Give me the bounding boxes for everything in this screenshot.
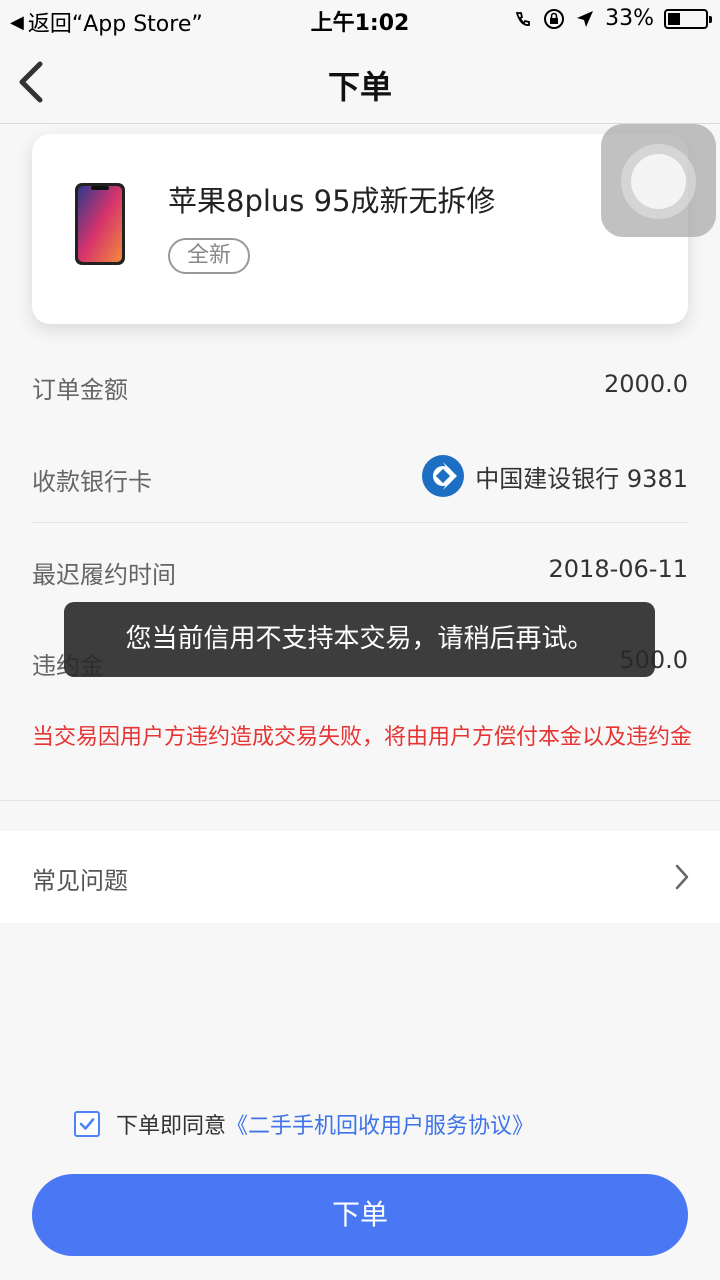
agreement-link[interactable]: 《二手手机回收用户服务协议》 <box>226 1108 534 1140</box>
product-title: 苹果8plus 95成新无拆修 <box>168 184 496 218</box>
faq-label: 常见问题 <box>32 867 128 895</box>
submit-order-button[interactable]: 下单 <box>32 1174 688 1256</box>
rotation-lock-icon <box>544 8 565 29</box>
toast-message: 您当前信用不支持本交易，请稍后再试。 <box>64 602 655 677</box>
order-amount-value: 2000.0 <box>604 370 688 398</box>
page-title: 下单 <box>327 68 392 106</box>
bank-card-row[interactable]: 收款银行卡 中国建设银行 9381 <box>32 448 688 508</box>
order-amount-label: 订单金额 <box>32 376 128 404</box>
default-warning-text: 当交易因用户方违约造成交易失败，将由用户方偿付本金以及违约金 <box>32 725 693 750</box>
bank-card-text: 中国建设银行 9381 <box>475 464 688 493</box>
condition-badge: 全新 <box>168 238 251 274</box>
battery-icon <box>664 8 712 29</box>
checkmark-icon <box>79 1118 95 1130</box>
section-divider <box>0 800 720 801</box>
deadline-row: 最迟履约时间 2018-06-11 <box>32 541 688 601</box>
bank-card-label: 收款银行卡 <box>32 468 152 496</box>
call-forward-icon <box>515 11 530 26</box>
battery-percent: 33% <box>605 6 654 31</box>
location-icon <box>577 10 594 27</box>
faq-row[interactable]: 常见问题 <box>0 831 720 923</box>
order-amount-row: 订单金额 2000.0 <box>32 356 688 416</box>
agreement-row: 下单即同意 《二手手机回收用户服务协议》 <box>74 1108 534 1140</box>
agreement-prefix: 下单即同意 <box>116 1114 227 1139</box>
divider <box>32 522 688 523</box>
ccb-bank-logo-icon <box>422 455 465 497</box>
deadline-value: 2018-06-11 <box>548 555 688 583</box>
bank-card-value: 中国建设银行 9381 <box>421 454 688 498</box>
phone-thumbnail <box>75 183 125 265</box>
nav-bar: 下单 <box>0 40 720 124</box>
product-card[interactable]: 苹果8plus 95成新无拆修 全新 <box>32 134 688 324</box>
chevron-right-icon <box>675 864 689 890</box>
deadline-label: 最迟履约时间 <box>32 561 176 589</box>
status-bar: ◀ 返回“App Store” 上午1:02 33% <box>0 0 720 40</box>
assistive-touch-button[interactable] <box>601 124 716 237</box>
agreement-checkbox[interactable] <box>74 1111 100 1137</box>
